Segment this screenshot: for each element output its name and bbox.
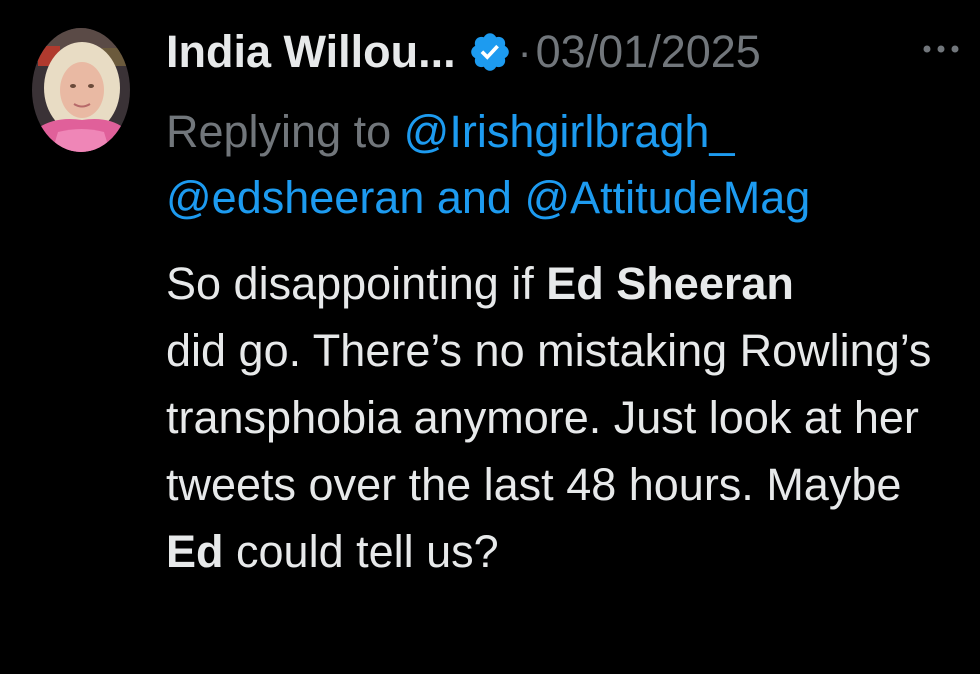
tweet-text-part: did go. There’s no mistaking Rowling’s t… (166, 325, 932, 510)
mention-link[interactable]: @edsheeran (166, 172, 424, 223)
verified-badge-icon (468, 30, 512, 74)
tweet-text-bold: Ed (166, 526, 224, 577)
mention-conjunction: and (436, 172, 512, 223)
more-options-icon[interactable] (919, 36, 963, 62)
mention-link[interactable]: @AttitudeMag (524, 172, 810, 223)
tweet-text: So disappointing if Ed Sheeran did go. Th… (166, 250, 956, 585)
tweet: India Willou... · 03/01/2025 Replying to… (0, 0, 980, 674)
tweet-text-part: could tell us? (236, 526, 499, 577)
tweet-header: India Willou... · 03/01/2025 (166, 22, 761, 82)
avatar[interactable] (32, 28, 130, 152)
tweet-date[interactable]: 03/01/2025 (536, 26, 761, 78)
replying-prefix: Replying to (166, 106, 392, 157)
avatar-photo (32, 28, 130, 152)
author-name[interactable]: India Willou... (166, 26, 456, 78)
replying-to-line: Replying to @Irishgirlbragh_ @edsheeran a… (166, 99, 956, 231)
tweet-text-bold: Ed Sheeran (546, 258, 794, 309)
tweet-text-part: So disappointing if (166, 258, 534, 309)
mention-link[interactable]: @Irishgirlbragh_ (404, 106, 735, 157)
separator-dot: · (517, 28, 532, 75)
